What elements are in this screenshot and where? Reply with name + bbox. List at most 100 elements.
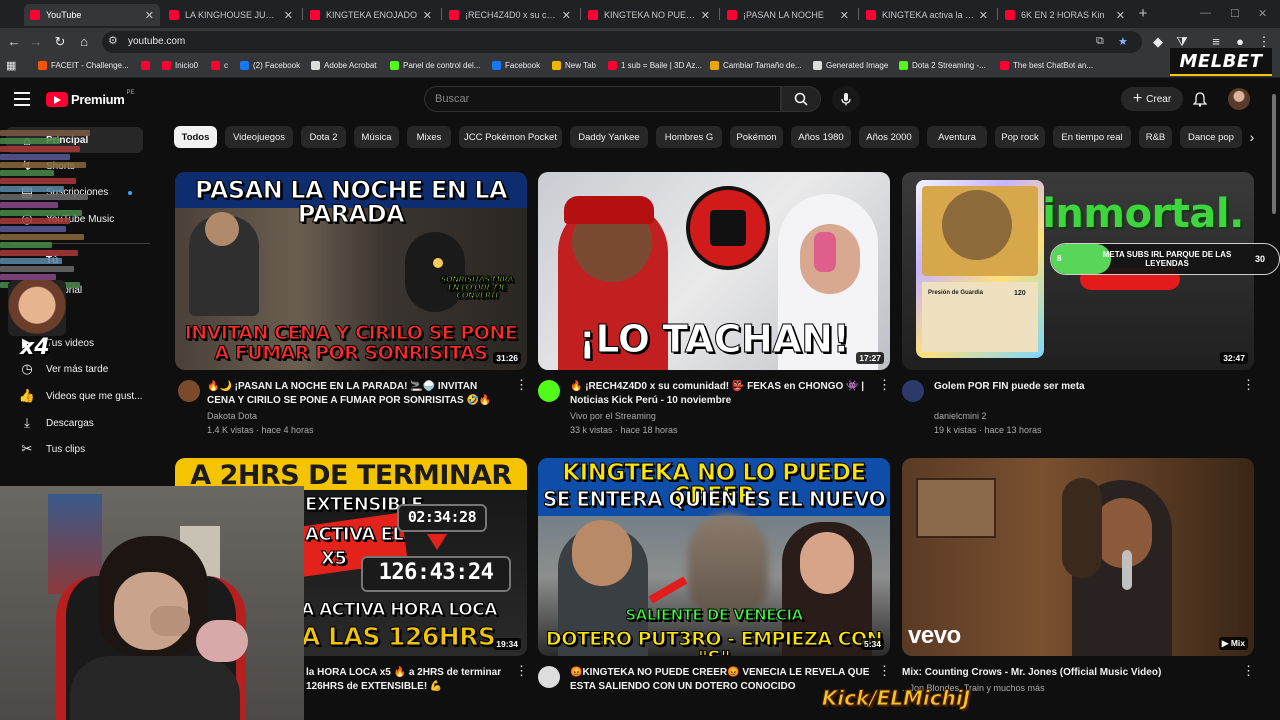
- video-card[interactable]: Presión de Guardia 120 inmortal. 32:47 G…: [902, 172, 1255, 440]
- chip-hombres-g[interactable]: Hombres G: [656, 126, 722, 148]
- chip-anos-2000[interactable]: Años 2000: [859, 126, 919, 148]
- minimize-icon[interactable]: —: [1200, 7, 1211, 19]
- install-app-icon[interactable]: ⧉: [1096, 35, 1104, 48]
- more-actions-icon[interactable]: ⋮: [1242, 664, 1255, 677]
- video-card[interactable]: ¡LO TACHAN! 17:27 🔥 ¡RECH4Z4D0 x su comu…: [538, 172, 891, 440]
- chip-mixes[interactable]: Mixes: [407, 126, 451, 148]
- bookmark-item[interactable]: Panel de control del...: [390, 61, 480, 70]
- video-card[interactable]: KINGTEKA NO LO PUEDE CREER SE ENTERA QUI…: [538, 458, 891, 720]
- chip-dance-pop[interactable]: Dance pop: [1180, 126, 1242, 148]
- browser-tab[interactable]: LA KINGHOUSE JUEGA PA ✕: [163, 4, 299, 26]
- video-thumbnail[interactable]: vevo ▶ Mix: [902, 458, 1254, 656]
- hamburger-menu-icon[interactable]: [14, 92, 30, 106]
- create-button[interactable]: + Crear: [1121, 87, 1183, 111]
- page-scrollbar[interactable]: [1271, 84, 1277, 696]
- bookmark-item[interactable]: Generated Image: [813, 61, 888, 70]
- chip-en-tiempo-real[interactable]: En tiempo real: [1053, 126, 1131, 148]
- bookmark-item[interactable]: [141, 61, 154, 70]
- search-button[interactable]: [781, 86, 821, 112]
- close-tab-icon[interactable]: ✕: [701, 9, 710, 22]
- sidebar-item-downloads[interactable]: ⤓ Descargas: [6, 410, 143, 436]
- youtube-premium-logo[interactable]: Premium PE: [46, 90, 135, 107]
- bookmark-item[interactable]: FACEIT - Challenge...: [38, 61, 129, 70]
- video-title[interactable]: 🔥🌙 ¡PASAN LA NOCHE EN LA PARADA! 🚬🍚 INVI…: [207, 380, 507, 408]
- video-card[interactable]: PASAN LA NOCHE EN LA PARADA SONRISITAS M…: [175, 172, 528, 440]
- reload-icon[interactable]: ↻: [52, 34, 68, 50]
- bookmark-item[interactable]: c: [211, 61, 228, 70]
- bookmark-item[interactable]: 1 sub = Baile | 3D Az...: [608, 61, 702, 70]
- channel-avatar[interactable]: [902, 380, 924, 402]
- bookmark-item[interactable]: (2) Facebook: [240, 61, 300, 70]
- video-title[interactable]: 🔥 ¡RECH4Z4D0 x su comunidad! 👺 FEKAS en …: [570, 380, 870, 408]
- channel-name[interactable]: Dakota Dota: [207, 411, 257, 421]
- more-actions-icon[interactable]: ⋮: [878, 378, 891, 391]
- chip-anos-1980[interactable]: Años 1980: [791, 126, 851, 148]
- bookmark-item[interactable]: Adobe Acrobat: [311, 61, 376, 70]
- close-tab-icon[interactable]: ✕: [423, 9, 432, 22]
- channel-name[interactable]: Vivo por el Streaming: [570, 411, 656, 421]
- sidebar-item-clips[interactable]: ✂ Tus clips: [6, 436, 143, 462]
- more-actions-icon[interactable]: ⋮: [515, 378, 528, 391]
- more-actions-icon[interactable]: ⋮: [878, 664, 891, 677]
- close-tab-icon[interactable]: ✕: [979, 9, 988, 22]
- browser-tab[interactable]: YouTube ✕: [24, 4, 160, 26]
- chip-videojuegos[interactable]: Videojuegos: [225, 126, 293, 148]
- close-tab-icon[interactable]: ✕: [284, 9, 293, 22]
- scrollbar-thumb[interactable]: [1272, 94, 1276, 214]
- chip-pop-rock[interactable]: Pop rock: [995, 126, 1045, 148]
- sidebar-item-liked-videos[interactable]: 👍 Videos que me gust...: [6, 383, 143, 409]
- address-bar[interactable]: ⚙ youtube.com ⧉ ★: [102, 31, 1142, 53]
- chip-jcc-pokemon-pocket[interactable]: JCC Pokémon Pocket: [459, 126, 562, 148]
- new-tab-button[interactable]: +: [1135, 6, 1151, 22]
- chip-dota-2[interactable]: Dota 2: [301, 126, 346, 148]
- chip-musica[interactable]: Música: [354, 126, 399, 148]
- account-avatar[interactable]: [1228, 88, 1250, 110]
- close-tab-icon[interactable]: ✕: [1116, 9, 1125, 22]
- maximize-icon[interactable]: ☐: [1230, 7, 1240, 20]
- chip-aventura[interactable]: Aventura: [927, 126, 987, 148]
- video-card[interactable]: vevo ▶ Mix Mix: Counting Crows - Mr. Jon…: [902, 458, 1255, 720]
- channel-avatar[interactable]: [178, 380, 200, 402]
- browser-tab[interactable]: ¡RECH4Z4D0 x su com ✕: [443, 4, 577, 26]
- search-input[interactable]: [425, 87, 780, 111]
- video-title[interactable]: Golem POR FIN puede ser meta: [934, 380, 1234, 394]
- bookmark-item[interactable]: The best ChatBot an...: [1000, 61, 1093, 70]
- voice-search-button[interactable]: [832, 86, 860, 112]
- bookmark-item[interactable]: Inicio0: [162, 61, 198, 70]
- close-window-icon[interactable]: ✕: [1258, 7, 1267, 20]
- channel-name[interactable]: danielcmini 2: [934, 411, 987, 421]
- chevron-right-icon[interactable]: ›: [1245, 127, 1259, 147]
- browser-tab[interactable]: KINGTEKA ENOJADO ✕: [304, 4, 438, 26]
- browser-tab[interactable]: ¡PASAN LA NOCHE ✕: [721, 4, 855, 26]
- bookmark-item[interactable]: Dota 2 Streaming -...: [899, 61, 986, 70]
- browser-tab[interactable]: KINGTEKA NO PUEDE ✕: [582, 4, 716, 26]
- channel-avatar[interactable]: [538, 666, 560, 688]
- more-actions-icon[interactable]: ⋮: [1242, 378, 1255, 391]
- forward-icon[interactable]: →: [28, 34, 44, 50]
- video-title[interactable]: Mix: Counting Crows - Mr. Jones (Officia…: [902, 666, 1202, 680]
- extension-icon[interactable]: ◆: [1150, 34, 1166, 50]
- bookmark-star-icon[interactable]: ★: [1118, 35, 1128, 48]
- chip-daddy-yankee[interactable]: Daddy Yankee: [570, 126, 648, 148]
- bookmark-item[interactable]: New Tab: [552, 61, 596, 70]
- browser-tab[interactable]: 6K EN 2 HORAS Kin ✕: [999, 4, 1131, 26]
- bookmark-item[interactable]: Facebook: [492, 61, 540, 70]
- channel-avatar[interactable]: [538, 380, 560, 402]
- apps-grid-icon[interactable]: ▦: [6, 59, 16, 72]
- close-tab-icon[interactable]: ✕: [562, 9, 571, 22]
- video-thumbnail[interactable]: KINGTEKA NO LO PUEDE CREER SE ENTERA QUI…: [538, 458, 890, 656]
- chip-rnb[interactable]: R&B: [1139, 126, 1172, 148]
- chip-pokemon[interactable]: Pokémon: [730, 126, 783, 148]
- home-icon[interactable]: ⌂: [76, 34, 92, 50]
- close-tab-icon[interactable]: ✕: [840, 9, 849, 22]
- close-tab-icon[interactable]: ✕: [145, 9, 154, 22]
- browser-tab[interactable]: KINGTEKA activa la Ho ✕: [860, 4, 994, 26]
- back-icon[interactable]: ←: [6, 34, 22, 50]
- chip-todos[interactable]: Todos: [174, 126, 217, 148]
- bookmark-item[interactable]: Cambiar Tamaño de...: [710, 61, 802, 70]
- video-thumbnail[interactable]: ¡LO TACHAN! 17:27: [538, 172, 890, 370]
- video-title[interactable]: la HORA LOCA x5 🔥 a 2HRS de terminar 126…: [306, 666, 506, 694]
- more-actions-icon[interactable]: ⋮: [515, 664, 528, 677]
- video-thumbnail[interactable]: PASAN LA NOCHE EN LA PARADA SONRISITAS M…: [175, 172, 527, 370]
- site-info-icon[interactable]: ⚙: [108, 34, 118, 47]
